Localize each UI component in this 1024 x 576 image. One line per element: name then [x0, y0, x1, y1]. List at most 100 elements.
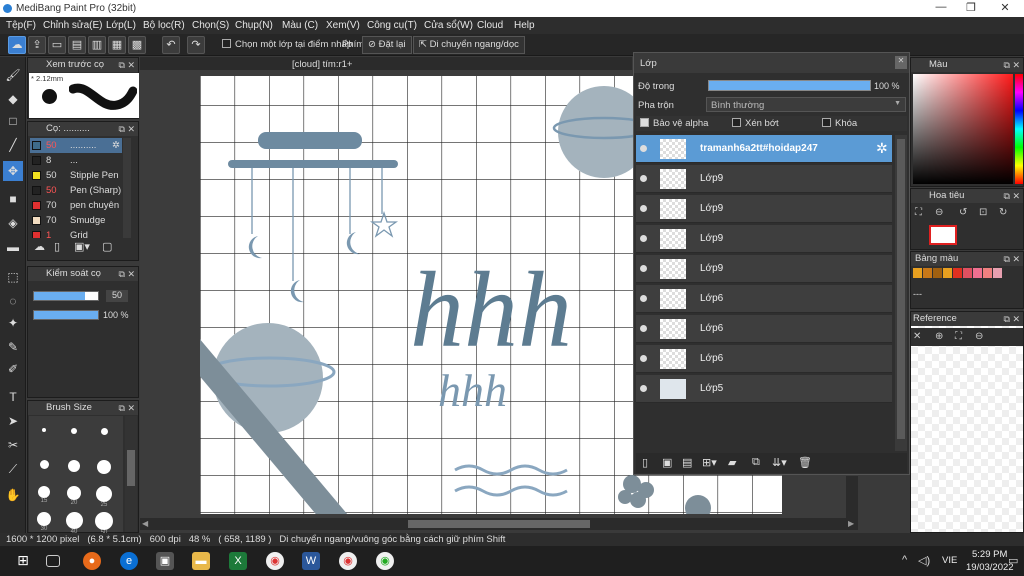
menu-help[interactable]: Help	[514, 20, 535, 31]
navigator-thumbnail[interactable]	[929, 225, 957, 245]
lasso-tool-icon[interactable]: ◌	[3, 291, 23, 311]
page-icon[interactable]: ▥	[88, 36, 106, 54]
brush-item[interactable]: 1 Grid	[30, 228, 122, 238]
menu-layer[interactable]: Lớp(L)	[106, 20, 136, 31]
task-view-icon[interactable]	[46, 555, 60, 567]
gear-icon[interactable]: ✲	[876, 140, 888, 157]
text-tool-icon[interactable]: T	[3, 387, 23, 407]
menu-filter[interactable]: Bộ lọc(R)	[143, 20, 185, 31]
layer-row[interactable]: Lớp9	[636, 255, 892, 283]
rotate-right-icon[interactable]: ↻	[999, 207, 1007, 218]
pages-icon[interactable]: ▦	[108, 36, 126, 54]
move-tool-icon[interactable]: ✥	[3, 161, 23, 181]
hand-tool-icon[interactable]: ✋	[3, 485, 23, 505]
grid-icon[interactable]: ▩	[128, 36, 146, 54]
select-pen-icon[interactable]: ✎	[3, 337, 23, 357]
palette-swatch[interactable]	[993, 268, 1002, 278]
visibility-eye-icon[interactable]	[640, 385, 647, 392]
clipping-checkbox[interactable]	[732, 118, 741, 127]
share-icon[interactable]: ⇪	[28, 36, 46, 54]
brush-tool-icon[interactable]: 🖌	[3, 65, 23, 85]
brush-item[interactable]: 50 Pen (Sharp)	[30, 183, 122, 198]
gradient-tool-icon[interactable]: ▬	[3, 237, 23, 257]
menu-select[interactable]: Chọn(S)	[192, 20, 229, 31]
brush-item[interactable]: 50 Stipple Pen	[30, 168, 122, 183]
canvas-v-scrollbar[interactable]	[846, 476, 858, 518]
visibility-eye-icon[interactable]	[640, 265, 647, 272]
store-icon[interactable]: ▣	[156, 552, 174, 570]
blend-mode-select[interactable]: Bình thường ▼	[706, 97, 906, 112]
chrome-icon[interactable]: ◉	[339, 552, 357, 570]
brush-size-option[interactable]: 20	[61, 486, 87, 506]
palette-swatch[interactable]	[933, 268, 942, 278]
fit-icon[interactable]: ⛶	[915, 207, 922, 218]
new-halftone-layer-icon[interactable]: ▣	[662, 456, 672, 469]
move-hv-button[interactable]: ⇱ Di chuyển ngang/dọc	[413, 36, 525, 54]
scroll-left-icon[interactable]: ◀	[142, 519, 148, 528]
lock-checkbox[interactable]	[822, 118, 831, 127]
gear-icon[interactable]: ✲	[112, 138, 120, 153]
panel-controls-icon[interactable]: ⧉ ✕	[1004, 312, 1020, 326]
panel-controls-icon[interactable]: ⧉ ✕	[1004, 58, 1020, 72]
panel-controls-icon[interactable]: ⧉ ✕	[119, 401, 135, 415]
fill-shape-icon[interactable]: ■	[3, 189, 23, 209]
layer-row[interactable]: tramanh6a2tt#hoidap247 ✲	[636, 135, 892, 163]
edge-icon[interactable]: e	[120, 552, 138, 570]
brush-size-scrollbar[interactable]	[125, 416, 137, 532]
magic-wand-icon[interactable]: ✦	[3, 313, 23, 333]
file-explorer-icon[interactable]: ▬	[192, 552, 210, 570]
operation-tool-icon[interactable]: ➤	[3, 411, 23, 431]
menu-window[interactable]: Cửa sổ(W)	[424, 20, 473, 31]
h-scroll-thumb[interactable]	[408, 520, 590, 528]
menu-cloud[interactable]: Cloud	[477, 20, 503, 31]
layer-opacity-slider[interactable]	[708, 80, 871, 91]
select-layer-checkbox[interactable]	[222, 39, 231, 48]
new-brush-icon[interactable]: ▯	[54, 240, 60, 253]
brush-item[interactable]: 8...	[30, 153, 122, 168]
visibility-eye-icon[interactable]	[640, 235, 647, 242]
canvas-h-scrollbar[interactable]: ◀ ▶	[140, 518, 858, 530]
merge-layer-icon[interactable]: ⇊▾	[772, 456, 787, 469]
palette-swatch[interactable]	[923, 268, 932, 278]
color-picker-area[interactable]	[913, 74, 1013, 184]
layer-row[interactable]: Lớp9	[636, 195, 892, 223]
menu-color[interactable]: Màu (C)	[282, 20, 318, 31]
fit-icon[interactable]: ⛶	[955, 331, 962, 342]
scroll-right-icon[interactable]: ▶	[848, 519, 854, 528]
protect-alpha-option[interactable]: Bảo vệ alpha	[640, 118, 708, 129]
layer-row[interactable]: Lớp6	[636, 285, 892, 313]
panel-controls-icon[interactable]: ⧉ ✕	[119, 122, 135, 136]
eyedropper-tool-icon[interactable]: ⟋	[3, 459, 23, 479]
add-layer-menu-icon[interactable]: ⊞▾	[702, 456, 717, 469]
tray-chevron-icon[interactable]: ^	[902, 554, 907, 566]
select-eraser-icon[interactable]: ✐	[3, 359, 23, 379]
canvas-tab-title[interactable]: [cloud] tím:r1+	[292, 59, 352, 70]
brush-cloud-icon[interactable]: ☁	[34, 240, 45, 253]
clipping-option[interactable]: Xén bớt	[732, 118, 779, 129]
panel-controls-icon[interactable]: ⧉ ✕	[1004, 252, 1020, 266]
volume-icon[interactable]: ◁)	[918, 554, 930, 567]
brush-opacity-slider[interactable]	[33, 310, 99, 320]
panel-controls-icon[interactable]: ⧉ ✕	[119, 267, 135, 281]
brush-item[interactable]: 70 pen chuyên	[30, 198, 122, 213]
add-brush-icon[interactable]: ▣▾	[74, 240, 90, 253]
pen-tool-icon[interactable]: ╱	[3, 135, 23, 155]
palette-swatch[interactable]	[953, 268, 962, 278]
clock-date[interactable]: 19/03/2022	[966, 562, 1014, 573]
folder-icon[interactable]: ▰	[728, 456, 736, 469]
menu-tools[interactable]: Công cụ(T)	[367, 20, 417, 31]
duplicate-layer-icon[interactable]: ⧉	[752, 456, 760, 469]
palette-swatch[interactable]	[973, 268, 982, 278]
maximize-button[interactable]: ❐	[956, 1, 986, 16]
brush-size-option[interactable]	[91, 428, 117, 448]
visibility-eye-icon[interactable]	[640, 175, 647, 182]
new-layer-icon[interactable]: ▯	[642, 456, 648, 469]
zoom-out-icon[interactable]: ⊖	[975, 331, 983, 342]
menu-capture[interactable]: Chụp(N)	[235, 20, 273, 31]
brush-size-value[interactable]: 50	[106, 290, 128, 302]
zoom-out-icon[interactable]: ⊖	[935, 207, 943, 218]
zoom-in-icon[interactable]: ⊕	[935, 331, 943, 342]
medibang-icon[interactable]: ◉	[376, 552, 394, 570]
visibility-eye-icon[interactable]	[640, 205, 647, 212]
brush-size-option[interactable]	[61, 428, 87, 448]
